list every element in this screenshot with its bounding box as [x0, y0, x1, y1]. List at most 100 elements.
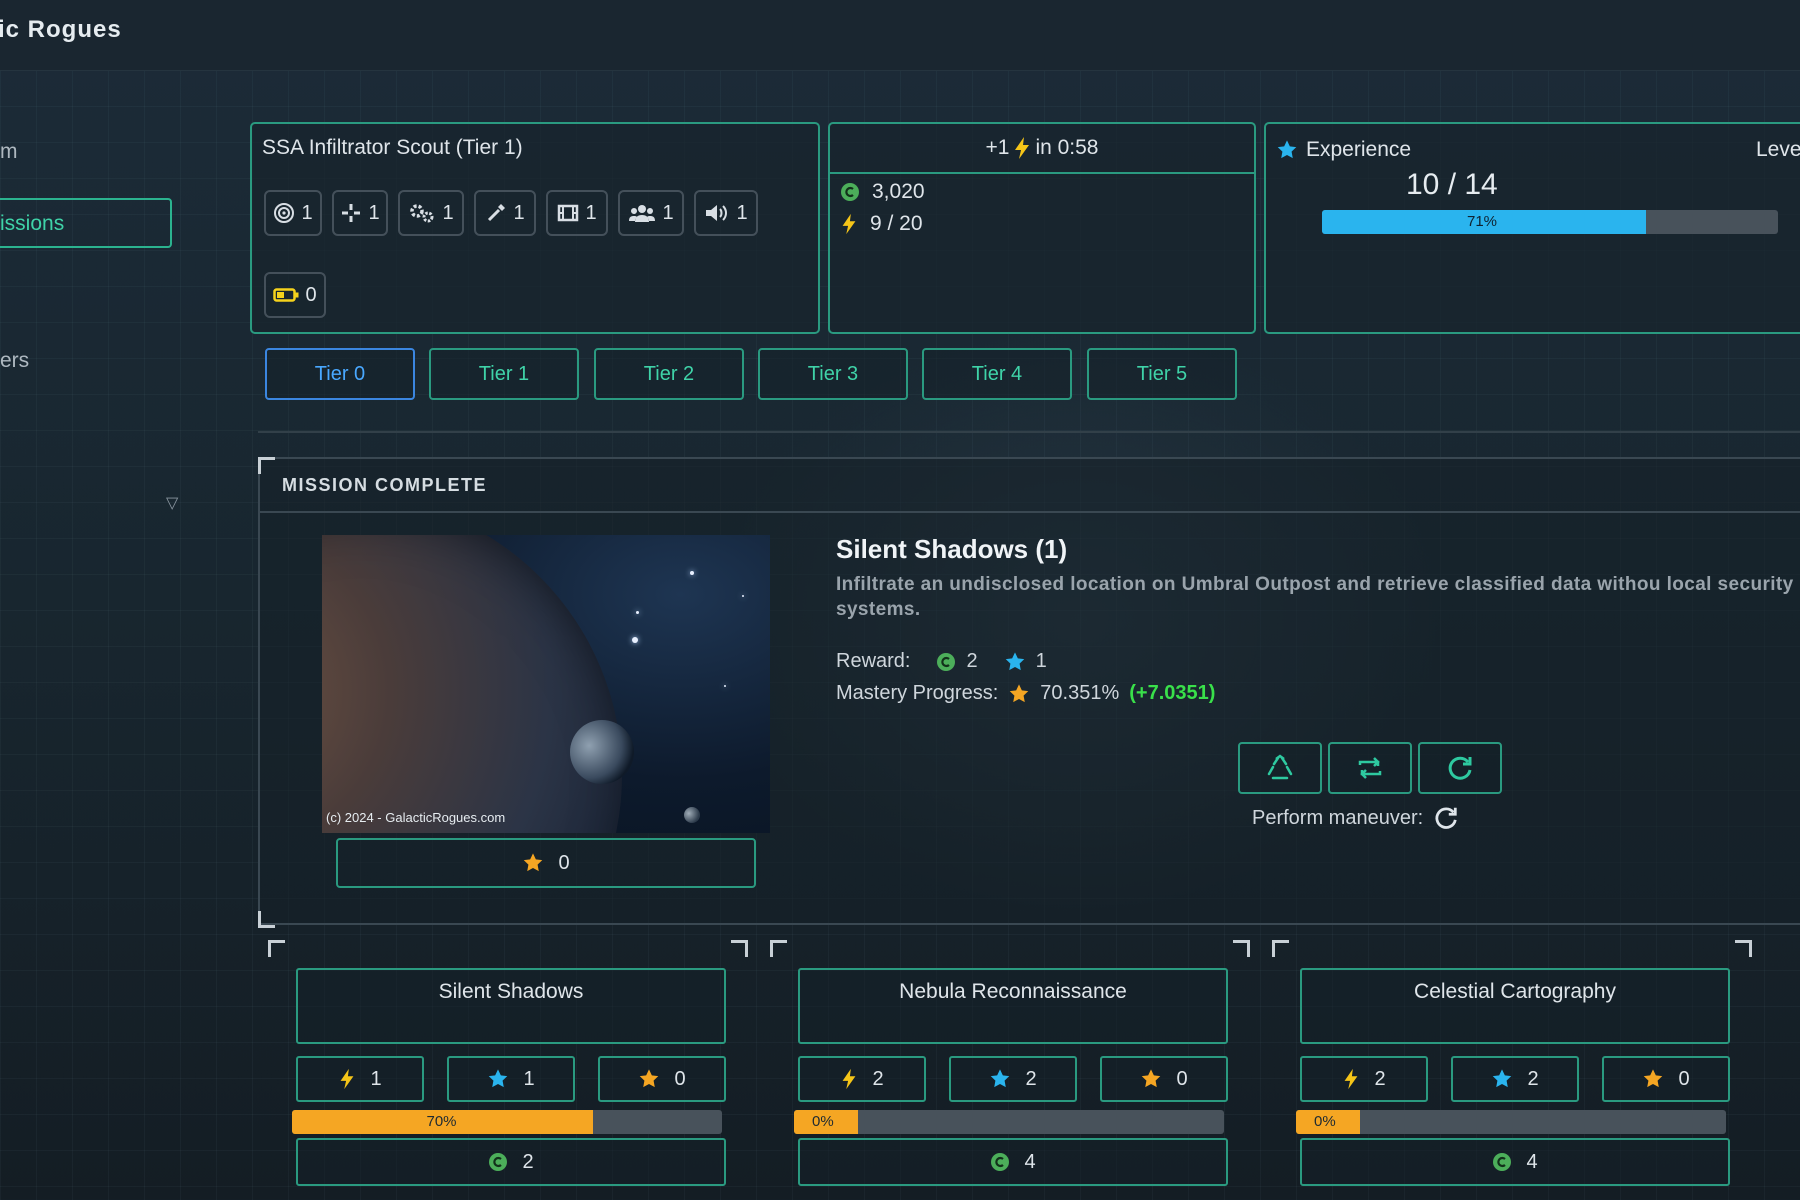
mission-card-title[interactable]: Nebula Reconnaissance [798, 968, 1228, 1044]
redo-button[interactable] [1418, 742, 1502, 794]
moon-graphic-small [684, 807, 700, 823]
stat-value: 1 [513, 201, 525, 224]
frame-corner [731, 940, 748, 957]
credits-value: 3,020 [872, 180, 925, 203]
planet-graphic [322, 535, 622, 833]
reward-xp: 1 [1035, 650, 1047, 672]
tab-tier-0[interactable]: Tier 0 [265, 348, 415, 400]
repeat-icon [1358, 757, 1382, 779]
volume-icon [706, 205, 728, 221]
sidebar-item-1[interactable]: m [0, 140, 18, 164]
mission-card-reward[interactable]: 4 [1300, 1138, 1730, 1186]
tab-tier-5[interactable]: Tier 5 [1087, 348, 1237, 400]
mastery-gain: (+7.0351) [1129, 682, 1216, 704]
star-dot [632, 637, 638, 643]
experience-value: 10 / 14 [1406, 168, 1498, 201]
stat-value: 1 [442, 201, 454, 224]
sidebar-item-3[interactable]: ers [0, 349, 29, 373]
reward-label: Reward: [836, 650, 911, 672]
moon-graphic [570, 720, 634, 784]
maneuver-label: Perform maneuver: [1252, 806, 1424, 829]
mission-card-xp: 2 [949, 1056, 1077, 1102]
mission-card-mastery: 0 [1100, 1056, 1228, 1102]
tab-tier-4[interactable]: Tier 4 [922, 348, 1072, 400]
stat-value: 1 [301, 201, 313, 224]
mastery-star-icon [524, 853, 543, 872]
credit-icon [841, 183, 859, 201]
repeat-button[interactable] [1328, 742, 1412, 794]
section-divider [258, 431, 1800, 433]
mission-card[interactable]: Silent Shadows 1 1 0 70% 2 [268, 940, 748, 1200]
mastery-star-icon [640, 1069, 659, 1088]
energy-regen-timer: in 0:58 [1035, 136, 1099, 159]
mission-card-title[interactable]: Silent Shadows [296, 968, 726, 1044]
credit-icon [937, 652, 956, 671]
image-mastery-badge: 0 [336, 838, 756, 888]
mission-card-reward[interactable]: 4 [798, 1138, 1228, 1186]
mission-card-progress-bar: 0% [794, 1110, 1224, 1134]
image-credit: (c) 2024 - GalacticRogues.com [326, 810, 506, 825]
stat-chip-gears: 1 [398, 190, 464, 236]
sidebar-dropdown-caret-icon[interactable]: ▽ [166, 493, 178, 513]
star-icon [1277, 140, 1297, 159]
lightning-icon [341, 1068, 354, 1090]
mastery-label: Mastery Progress: [836, 682, 999, 704]
mission-title: Silent Shadows (1) [836, 534, 1068, 564]
mission-card-xp: 1 [447, 1056, 575, 1102]
mission-card-progress-label: 70% [426, 1113, 457, 1130]
mastery-star-icon [1142, 1069, 1161, 1088]
target-icon [274, 203, 295, 223]
mission-card-title[interactable]: Celestial Cartography [1300, 968, 1730, 1044]
resources-panel: +1 in 0:58 3,020 9 / 20 [828, 122, 1256, 334]
mission-card-reward[interactable]: 2 [296, 1138, 726, 1186]
lightning-icon [843, 1068, 856, 1090]
users-icon [629, 205, 656, 222]
xp-star-icon [489, 1069, 508, 1088]
lightning-icon [1015, 137, 1030, 159]
star-dot [724, 685, 726, 687]
tab-tier-1[interactable]: Tier 1 [429, 348, 579, 400]
recycle-button[interactable] [1238, 742, 1322, 794]
mission-card-energy: 1 [296, 1056, 424, 1102]
mission-card-mastery: 0 [598, 1056, 726, 1102]
lightning-icon [1345, 1068, 1358, 1090]
ship-title: SSA Infiltrator Scout (Tier 1) [262, 136, 523, 159]
stat-chip-target: 1 [264, 190, 322, 236]
lightning-icon [842, 213, 856, 235]
mission-card[interactable]: Nebula Reconnaissance 2 2 0 0% 4 [770, 940, 1250, 1200]
level-label: Leve [1756, 138, 1800, 161]
battery-icon [273, 288, 299, 302]
star-dot [636, 611, 639, 614]
frame-corner [1233, 940, 1250, 957]
frame-corner [268, 940, 285, 957]
gears-icon [410, 204, 434, 223]
redo-icon [1448, 756, 1472, 780]
stat-chip-users: 1 [618, 190, 684, 236]
mission-card-progress-label: 0% [812, 1113, 834, 1130]
recycle-icon [1267, 754, 1293, 780]
app-title: ic Rogues [0, 16, 122, 43]
mission-card-progress-bar: 0% [1296, 1110, 1726, 1134]
tab-tier-3[interactable]: Tier 3 [758, 348, 908, 400]
xp-star-icon [991, 1069, 1010, 1088]
stat-chip-film: 1 [546, 190, 608, 236]
crosshair-icon [342, 204, 361, 222]
tab-tier-2[interactable]: Tier 2 [594, 348, 744, 400]
mission-card[interactable]: Celestial Cartography 2 2 0 0% 4 [1272, 940, 1752, 1200]
mission-card-energy: 2 [1300, 1056, 1428, 1102]
redo-icon[interactable] [1433, 805, 1459, 831]
experience-bar: 71% [1322, 210, 1778, 234]
mission-card-xp: 2 [1451, 1056, 1579, 1102]
credit-icon [489, 1153, 508, 1171]
frame-corner [258, 911, 275, 928]
perform-maneuver: Perform maneuver: [1252, 805, 1459, 831]
image-mastery-value: 0 [558, 851, 570, 874]
star-dot [690, 571, 694, 575]
experience-label: Experience [1276, 138, 1411, 162]
sidebar-item-missions[interactable]: issions [0, 198, 172, 248]
mission-reward-row: Reward: 2 1 [836, 650, 1047, 673]
dropper-icon [488, 204, 506, 222]
frame-corner [770, 940, 787, 957]
energy-regen: +1 in 0:58 [830, 124, 1254, 174]
credit-icon [1493, 1153, 1512, 1171]
